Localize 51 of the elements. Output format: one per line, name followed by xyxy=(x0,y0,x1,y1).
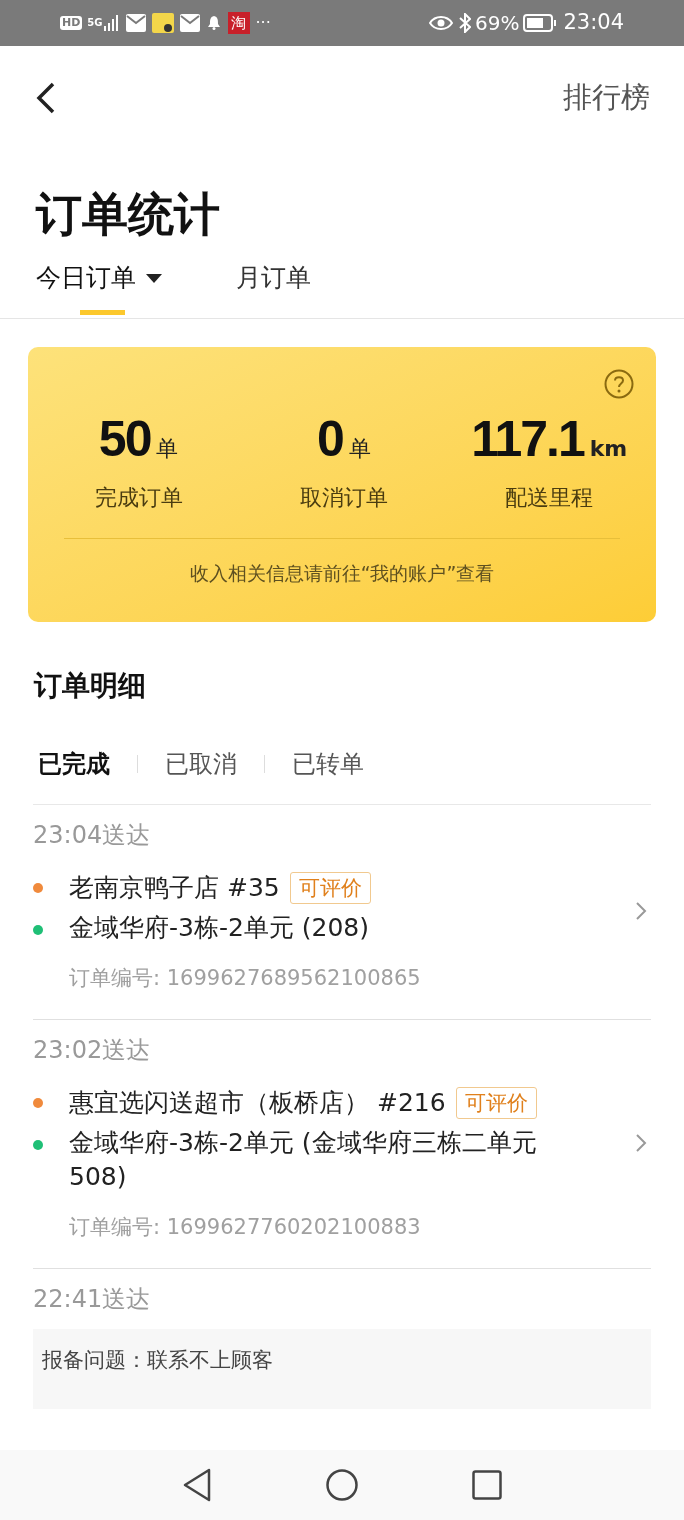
stat-value: 117.1 xyxy=(471,410,584,469)
page-title: 订单统计 xyxy=(34,186,221,243)
stat-label: 取消订单 xyxy=(300,484,388,512)
more-label: ··· xyxy=(255,15,271,31)
envelope-icon xyxy=(179,14,200,32)
stat-value: 0 xyxy=(317,410,343,469)
account-note: 收入相关信息请前往“我的账户”查看 xyxy=(189,561,495,586)
back-icon[interactable] xyxy=(36,82,56,114)
signal-icon xyxy=(103,15,118,31)
bell-icon xyxy=(207,16,220,30)
delivery-time: 23:02送达 xyxy=(33,1035,152,1066)
issue-note: 报备问题：联系不上顾客 xyxy=(42,1348,273,1372)
delivery-address: 金域华府-3栋-2单元 (金域华府三栋二单元 508) xyxy=(69,1127,538,1193)
order-number: 订单编号: 1699627760202100883 xyxy=(69,1214,422,1241)
back-nav-icon[interactable] xyxy=(182,1468,212,1502)
stat-unit: 单 xyxy=(156,435,179,463)
section-title: 订单明细 xyxy=(32,668,147,704)
network-label: 5G xyxy=(87,18,103,28)
delivery-time: 23:04送达 xyxy=(33,820,152,851)
chevron-right-icon[interactable] xyxy=(635,901,647,921)
tab[interactable]: 今日订单 xyxy=(36,260,162,318)
clock: 23:04 xyxy=(563,9,624,37)
order-number: 订单编号: 1699627689562100865 xyxy=(69,965,422,992)
stat-value: 50 xyxy=(98,410,151,469)
stat-unit: km xyxy=(589,435,628,463)
home-nav-icon[interactable] xyxy=(326,1469,358,1501)
filter-tab[interactable]: 已转单 xyxy=(292,746,364,782)
chevron-right-icon[interactable] xyxy=(635,1133,647,1153)
envelope-icon xyxy=(125,14,146,32)
tab-indicator xyxy=(80,310,125,315)
dropdown-caret-icon xyxy=(146,274,162,283)
hd-badge: HD xyxy=(60,16,83,30)
tab[interactable]: 月订单 xyxy=(236,260,311,318)
battery-icon xyxy=(523,14,558,32)
battery-percent: 69% xyxy=(475,10,520,37)
recents-nav-icon[interactable] xyxy=(472,1470,502,1500)
stat-unit: 单 xyxy=(348,435,371,463)
stat-label: 完成订单 xyxy=(94,484,183,512)
app-icon xyxy=(151,13,174,33)
bluetooth-icon xyxy=(459,13,471,33)
ranking-link[interactable]: 排行榜 xyxy=(563,76,650,120)
filter-tab[interactable]: 已完成 xyxy=(38,746,110,782)
store-name: 惠宜选闪送超市（板桥店） #216 xyxy=(69,1087,446,1119)
app-badge: 淘 xyxy=(227,12,250,34)
store-name: 老南京鸭子店 #35 xyxy=(69,872,280,904)
eye-icon xyxy=(429,15,453,31)
help-icon[interactable] xyxy=(604,369,634,399)
filter-tab[interactable]: 已取消 xyxy=(165,746,237,782)
delivery-time: 22:41送达 xyxy=(33,1284,152,1315)
stat-label: 配送里程 xyxy=(505,484,594,512)
delivery-address: 金域华府-3栋-2单元 (208) xyxy=(69,912,370,944)
